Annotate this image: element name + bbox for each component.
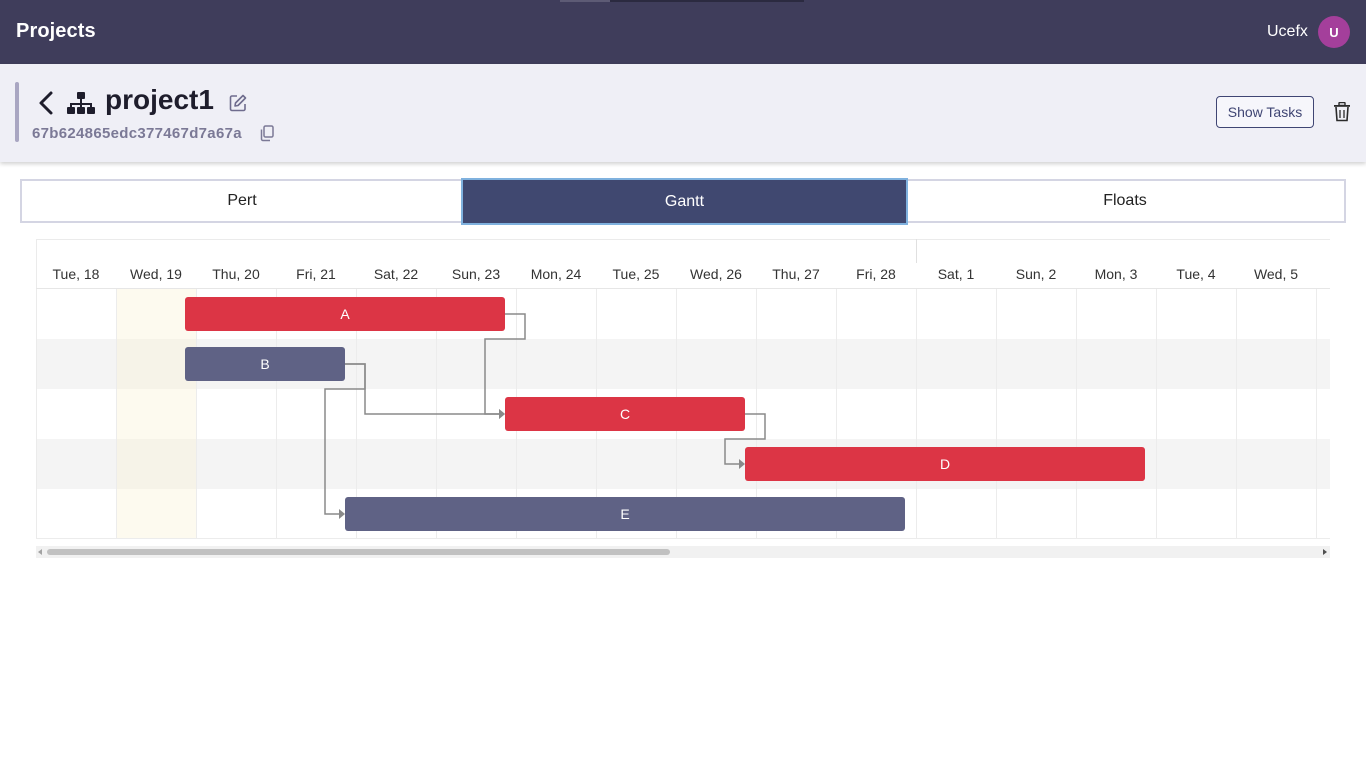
task-label-a: A bbox=[340, 306, 350, 322]
app-bar: Projects Ucefx U bbox=[0, 0, 1366, 64]
show-tasks-button[interactable]: Show Tasks bbox=[1216, 96, 1314, 128]
project-header: project1 67b624865edc377467d7a67a Show T… bbox=[0, 64, 1366, 162]
date-label-2: Thu, 20 bbox=[212, 266, 260, 282]
today-highlight bbox=[116, 289, 196, 539]
scroll-left-arrow-icon[interactable] bbox=[38, 549, 42, 555]
date-label-15: Wed, 5 bbox=[1254, 266, 1298, 282]
loading-indicator bbox=[560, 0, 804, 2]
task-label-c: C bbox=[620, 406, 630, 422]
task-label-d: D bbox=[940, 456, 950, 472]
edit-icon[interactable] bbox=[228, 93, 248, 113]
copy-icon[interactable] bbox=[259, 125, 275, 142]
date-label-6: Mon, 24 bbox=[531, 266, 582, 282]
date-label-1: Wed, 19 bbox=[130, 266, 182, 282]
date-label-7: Tue, 25 bbox=[613, 266, 660, 282]
date-label-4: Sat, 22 bbox=[374, 266, 419, 282]
project-id: 67b624865edc377467d7a67a bbox=[32, 125, 242, 142]
gantt-chart: Tue, 18 Wed, 19 Thu, 20 Fri, 21 Sat, 22 Sun, … bbox=[36, 239, 1330, 559]
header-accent bbox=[15, 82, 19, 142]
date-label-12: Sun, 2 bbox=[1016, 266, 1057, 282]
scroll-right-arrow-icon[interactable] bbox=[1323, 549, 1327, 555]
date-label-10: Fri, 28 bbox=[856, 266, 896, 282]
avatar[interactable]: U bbox=[1318, 16, 1350, 48]
tab-gantt[interactable]: Gantt bbox=[461, 178, 908, 225]
date-label-5: Sun, 23 bbox=[452, 266, 500, 282]
date-label-11: Sat, 1 bbox=[938, 266, 975, 282]
trash-icon[interactable] bbox=[1333, 102, 1351, 122]
date-label-3: Fri, 21 bbox=[296, 266, 336, 282]
date-label-9: Thu, 27 bbox=[772, 266, 820, 282]
hierarchy-icon bbox=[67, 92, 95, 114]
date-label-14: Tue, 4 bbox=[1176, 266, 1215, 282]
tab-pert[interactable]: Pert bbox=[22, 181, 462, 221]
project-title: project1 bbox=[105, 84, 214, 115]
gantt-svg: Tue, 18 Wed, 19 Thu, 20 Fri, 21 Sat, 22 Sun, … bbox=[36, 239, 1330, 539]
task-label-e: E bbox=[620, 506, 629, 522]
tab-floats[interactable]: Floats bbox=[906, 181, 1344, 221]
date-label-13: Mon, 3 bbox=[1095, 266, 1138, 282]
date-label-0: Tue, 18 bbox=[53, 266, 100, 282]
task-label-b: B bbox=[260, 356, 269, 372]
scroll-thumb[interactable] bbox=[47, 549, 670, 555]
date-label-8: Wed, 26 bbox=[690, 266, 742, 282]
user-name[interactable]: Ucefx bbox=[1267, 23, 1308, 41]
horizontal-scrollbar[interactable] bbox=[36, 546, 1330, 558]
app-title[interactable]: Projects bbox=[16, 20, 96, 43]
back-arrow-icon[interactable] bbox=[36, 90, 56, 116]
view-tabs: Pert Gantt Floats bbox=[20, 178, 1346, 225]
